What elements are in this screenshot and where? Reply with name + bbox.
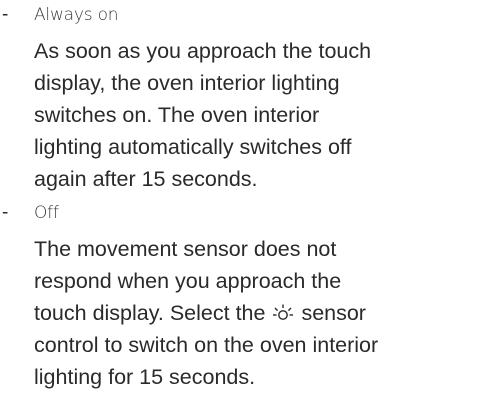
- description-line: lighting automatically switches off: [34, 135, 352, 159]
- description-line: lighting for 15 seconds.: [34, 365, 256, 389]
- description-text: sensor: [301, 301, 366, 325]
- description-line: again after 15 seconds.: [34, 167, 258, 191]
- description-line: control to switch on the oven interior: [34, 333, 379, 357]
- description-line: switches on. The oven interior: [34, 103, 320, 127]
- option-description: The movement sensor does not respond whe…: [34, 233, 480, 393]
- description-line: display, the oven interior lighting: [34, 71, 340, 95]
- description-line: The movement sensor does not: [34, 237, 337, 261]
- option-description: As soon as you approach the touch displa…: [34, 35, 480, 195]
- description-line: As soon as you approach the touch: [34, 39, 372, 63]
- description-line: touch display. Select the sensor: [34, 297, 480, 329]
- option-label: Off: [34, 203, 59, 223]
- option-label: Always on: [34, 5, 119, 25]
- list-bullet: -: [2, 4, 9, 25]
- light-bulb-sun-icon: [273, 304, 294, 320]
- list-bullet: -: [2, 202, 9, 223]
- description-text: touch display. Select the: [34, 301, 266, 325]
- description-line: respond when you approach the: [34, 269, 342, 293]
